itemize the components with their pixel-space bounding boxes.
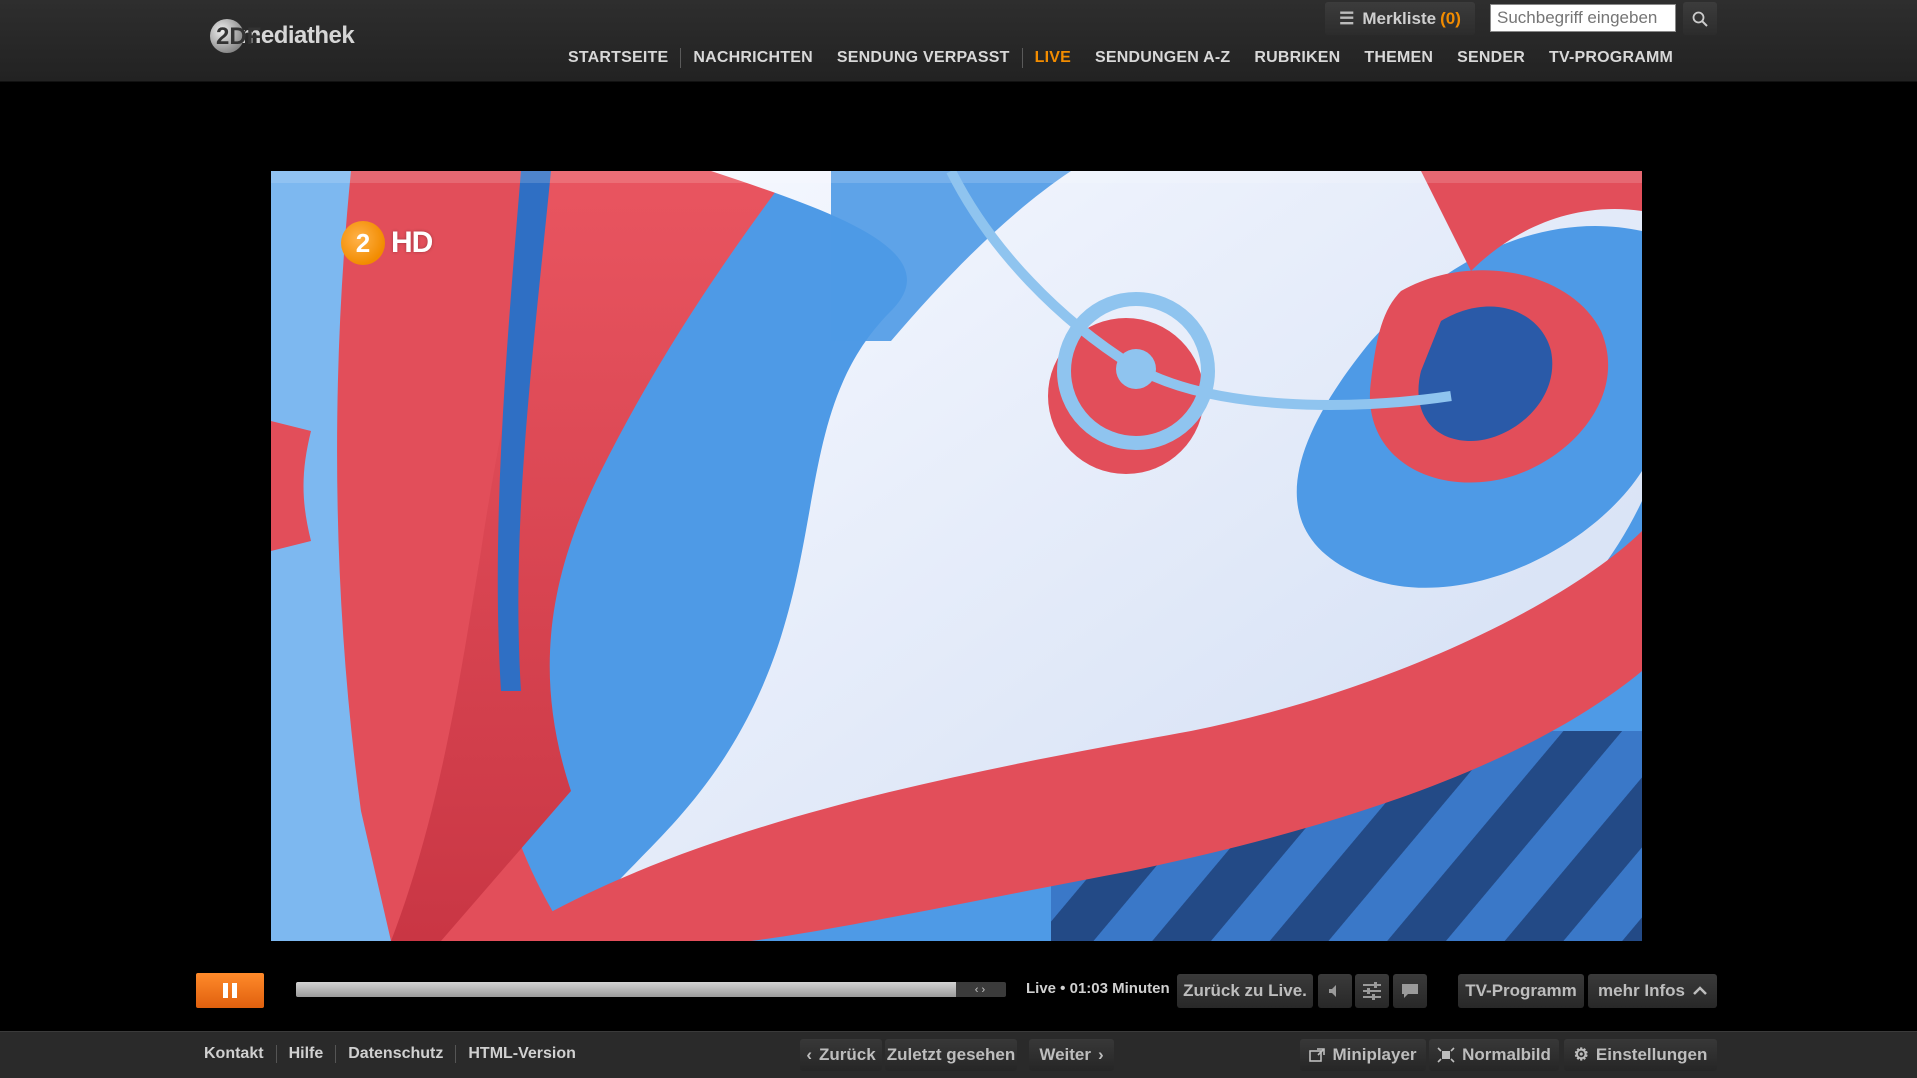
miniplayer-label: Miniplayer	[1332, 1045, 1417, 1064]
progress-bar[interactable]: ‹ ›	[296, 982, 1006, 997]
chevron-left-icon: ‹	[806, 1045, 812, 1064]
footer-links: Kontakt Hilfe Datenschutz HTML-Version	[196, 1045, 588, 1063]
progress-handle-icon[interactable]: ‹ ›	[958, 982, 1002, 997]
main-nav: STARTSEITE NACHRICHTEN SENDUNG VERPASST …	[556, 48, 1685, 68]
footer-link-kontakt[interactable]: Kontakt	[196, 1045, 276, 1063]
zuletzt-gesehen-button[interactable]: Zuletzt gesehen	[885, 1039, 1017, 1071]
shrink-icon	[1437, 1047, 1455, 1063]
channel-logo-hd: HD	[391, 226, 433, 259]
footer: Kontakt Hilfe Datenschutz HTML-Version ‹…	[0, 1031, 1917, 1078]
nav-nachrichten[interactable]: NACHRICHTEN	[681, 49, 825, 67]
tv-programm-button[interactable]: TV-Programm	[1458, 974, 1584, 1008]
gear-icon: ⚙	[1573, 1045, 1589, 1064]
nav-themen[interactable]: THEMEN	[1352, 49, 1445, 67]
video-frame	[271, 171, 1642, 941]
back-button[interactable]: ‹ Zurück	[800, 1039, 882, 1071]
subtitles-button[interactable]	[1393, 974, 1427, 1008]
footer-link-datenschutz[interactable]: Datenschutz	[336, 1045, 455, 1063]
miniplayer-icon	[1309, 1048, 1326, 1062]
sliders-icon	[1363, 982, 1381, 1000]
nav-live[interactable]: LIVE	[1023, 49, 1083, 67]
video-player[interactable]: 2 HD	[271, 171, 1642, 941]
zdf-mediathek-logo[interactable]: 2DF mediathek	[210, 18, 355, 54]
speech-bubble-icon	[1402, 984, 1418, 998]
chevron-up-icon	[1693, 981, 1707, 1001]
merkliste-button[interactable]: ☰ Merkliste (0)	[1325, 2, 1475, 35]
normalbild-label: Normalbild	[1462, 1045, 1551, 1064]
nav-startseite[interactable]: STARTSEITE	[556, 49, 680, 67]
next-label: Weiter	[1039, 1045, 1091, 1064]
header: 2DF mediathek ☰ Merkliste (0) STARTSEITE…	[0, 0, 1917, 82]
nav-tv-programm[interactable]: TV-PROGRAMM	[1537, 49, 1685, 67]
footer-link-html-version[interactable]: HTML-Version	[456, 1045, 588, 1063]
footer-link-hilfe[interactable]: Hilfe	[277, 1045, 336, 1063]
logo-prefix: 2DF	[216, 23, 262, 50]
search-input[interactable]	[1490, 4, 1676, 32]
speaker-icon	[1329, 985, 1336, 997]
pause-button[interactable]	[196, 973, 264, 1008]
mehr-infos-button[interactable]: mehr Infos	[1588, 974, 1717, 1008]
next-button[interactable]: Weiter ›	[1029, 1039, 1114, 1071]
list-icon: ☰	[1339, 8, 1355, 28]
merkliste-count: (0)	[1440, 8, 1461, 28]
volume-button[interactable]	[1318, 974, 1352, 1008]
channel-logo-dot: 2	[341, 221, 385, 265]
nav-sender[interactable]: SENDER	[1445, 49, 1537, 67]
chevron-right-icon: ›	[1097, 1045, 1104, 1064]
nav-sendung-verpasst[interactable]: SENDUNG VERPASST	[825, 49, 1022, 67]
zdf-hd-channel-logo: 2 HD	[341, 221, 433, 265]
normalbild-button[interactable]: Normalbild	[1429, 1039, 1559, 1071]
einstellungen-label: Einstellungen	[1595, 1045, 1708, 1064]
back-label: Zurück	[818, 1045, 876, 1064]
progress-fill	[296, 982, 957, 997]
search-icon	[1692, 11, 1708, 27]
pause-icon	[223, 983, 228, 998]
logo-ball-icon: 2DF	[210, 19, 261, 53]
back-to-live-button[interactable]: Zurück zu Live.	[1177, 974, 1313, 1008]
search-button[interactable]	[1683, 2, 1717, 35]
nav-rubriken[interactable]: RUBRIKEN	[1242, 49, 1352, 67]
live-status-text: Live • 01:03 Minuten	[1026, 980, 1170, 997]
mehr-infos-label: mehr Infos	[1598, 981, 1685, 1000]
miniplayer-button[interactable]: Miniplayer	[1300, 1039, 1426, 1071]
einstellungen-button[interactable]: ⚙ Einstellungen	[1564, 1039, 1717, 1071]
nav-sendungen-az[interactable]: SENDUNGEN A-Z	[1083, 49, 1242, 67]
player-settings-button[interactable]	[1355, 974, 1389, 1008]
merkliste-label: Merkliste	[1362, 8, 1437, 28]
